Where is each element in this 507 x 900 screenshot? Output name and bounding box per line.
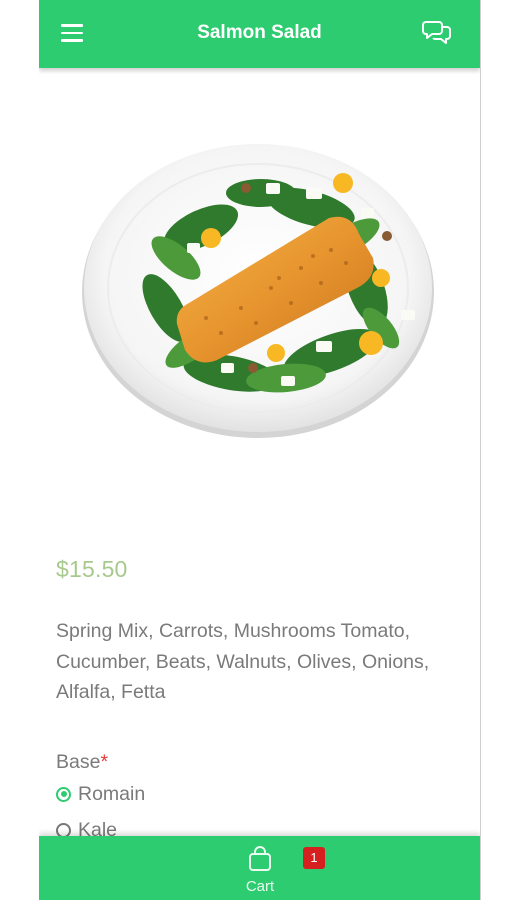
app-screen: Salmon Salad $15.50 Spring Mix, Carrots,… <box>39 0 480 900</box>
chat-bubbles-icon[interactable] <box>422 19 452 45</box>
cart-bar: Cart 1 <box>39 836 480 900</box>
app-header: Salmon Salad <box>39 0 480 68</box>
cart-label: Cart <box>245 878 275 895</box>
base-option-label: Base* <box>56 751 108 774</box>
product-price: $15.50 <box>56 556 128 582</box>
radio-checked-icon[interactable] <box>56 786 71 802</box>
base-label-text: Base <box>56 751 101 773</box>
salmon-salad-plate-photo <box>81 138 439 438</box>
required-mark: * <box>100 751 109 773</box>
page-title: Salmon Salad <box>197 22 322 43</box>
radio-option-romain[interactable]: Romain <box>56 782 145 806</box>
radio-option-label: Romain <box>78 782 146 805</box>
right-gutter <box>480 0 507 900</box>
shopping-bag-icon <box>249 846 271 871</box>
product-description: Spring Mix, Carrots, Mushrooms Tomato, C… <box>56 620 430 703</box>
cart-button[interactable]: Cart <box>239 846 281 896</box>
left-gutter <box>0 0 39 900</box>
cart-count-badge: 1 <box>303 847 325 869</box>
